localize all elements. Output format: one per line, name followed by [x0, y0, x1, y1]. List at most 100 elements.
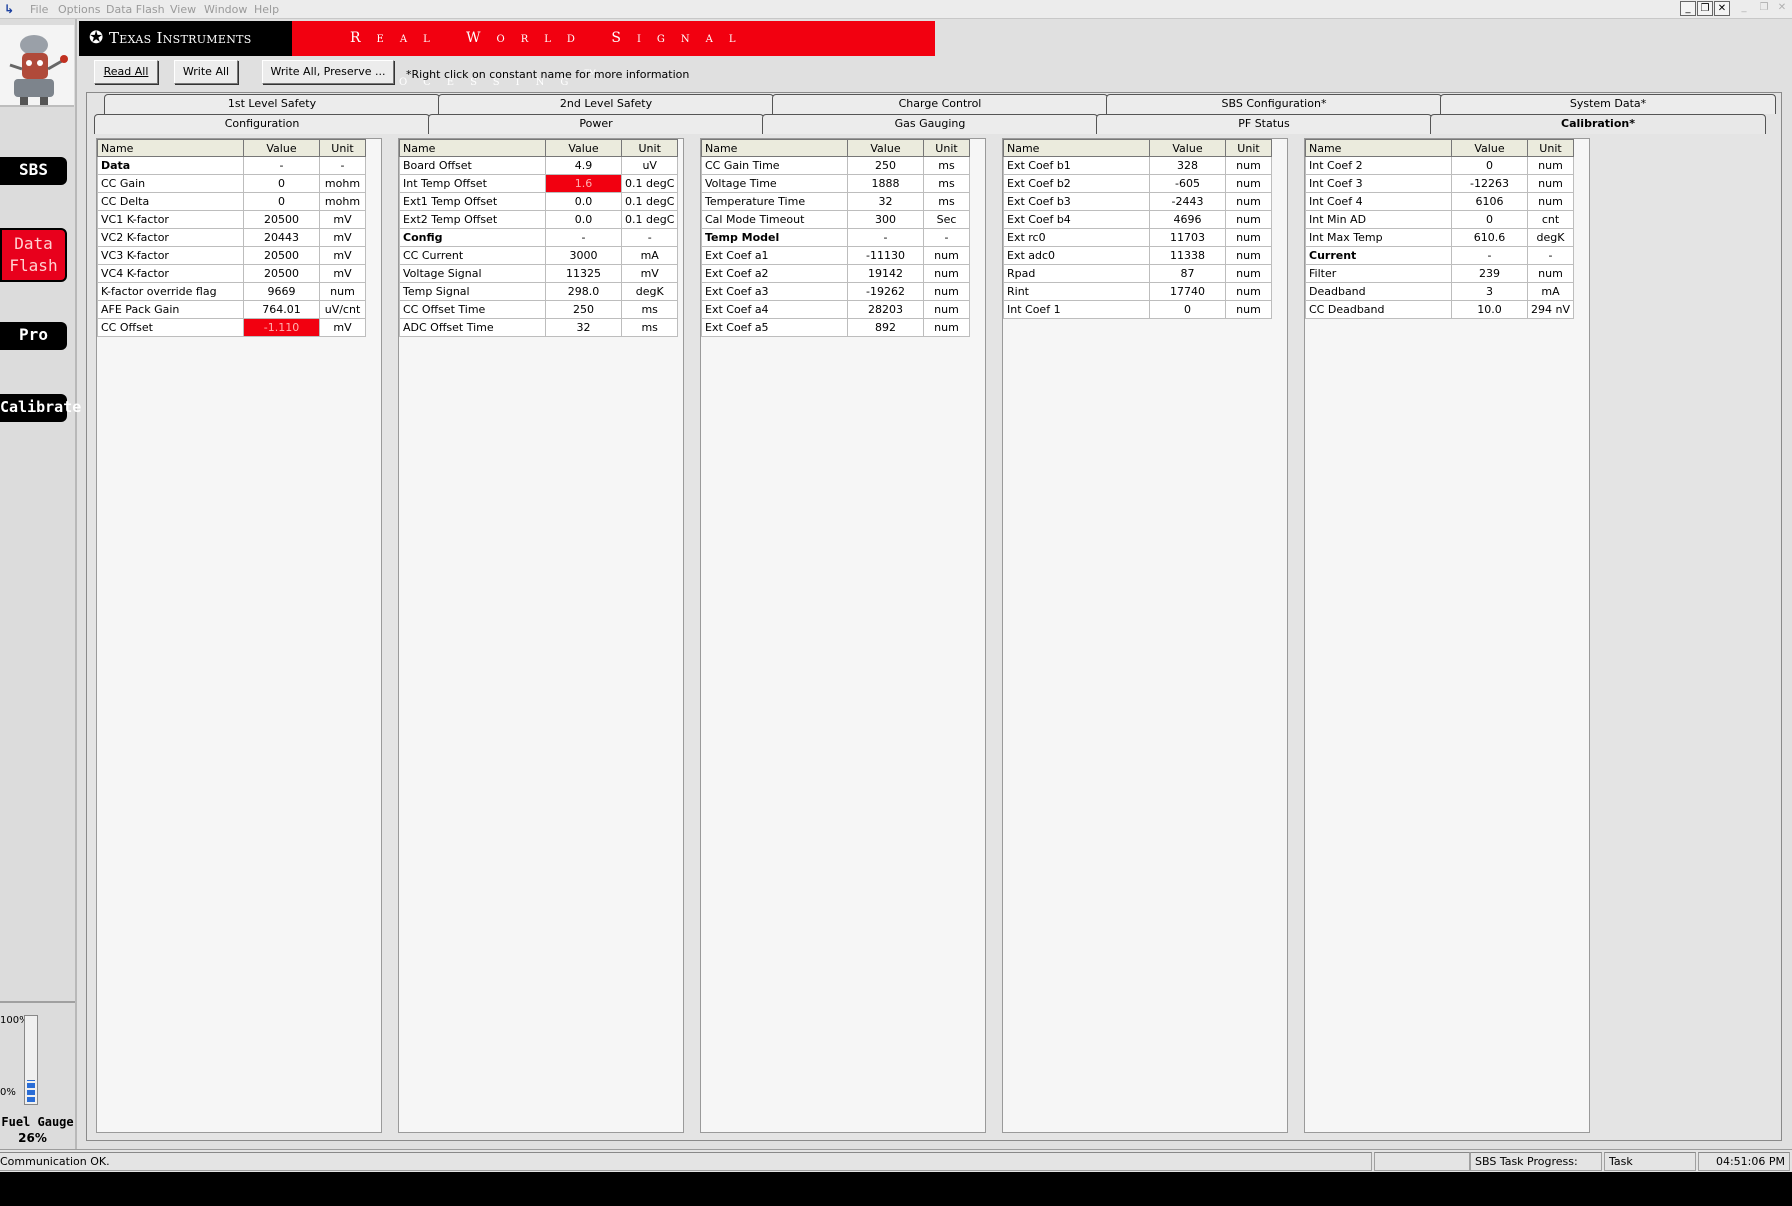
- table-row[interactable]: Board Offset 4.9 uV: [399, 156, 679, 175]
- table-row[interactable]: Voltage Signal 11325 mV: [399, 264, 679, 283]
- tab-configuration[interactable]: Configuration: [94, 114, 430, 134]
- menu-file[interactable]: File: [30, 3, 48, 16]
- tab-pf-status[interactable]: PF Status: [1096, 114, 1432, 134]
- constant-value[interactable]: 32: [847, 192, 924, 211]
- constant-name[interactable]: Ext Coef a4: [701, 300, 848, 319]
- data-flash-button[interactable]: Data Flash: [0, 228, 67, 282]
- constant-value[interactable]: 19142: [847, 264, 924, 283]
- table-row[interactable]: Int Temp Offset 1.6 0.1 degC: [399, 174, 679, 193]
- table-row[interactable]: Filter 239 num: [1305, 264, 1574, 283]
- constant-name[interactable]: Filter: [1305, 264, 1452, 283]
- table-row[interactable]: Voltage Time 1888 ms: [701, 174, 970, 193]
- constant-value[interactable]: 0.0: [545, 192, 622, 211]
- tab-charge-control[interactable]: Charge Control: [772, 94, 1108, 114]
- write-all-preserve-button[interactable]: Write All, Preserve ...: [262, 60, 394, 84]
- restore-icon[interactable]: ❐: [1697, 1, 1713, 16]
- tab-system-data[interactable]: System Data*: [1440, 94, 1776, 114]
- table-row[interactable]: Ext Coef a3 -19262 num: [701, 282, 970, 301]
- constant-value[interactable]: -605: [1149, 174, 1226, 193]
- table-row[interactable]: ADC Offset Time 32 ms: [399, 318, 679, 337]
- table-row[interactable]: Int Coef 1 0 num: [1003, 300, 1272, 319]
- constant-name[interactable]: Current: [1305, 246, 1452, 265]
- constant-name[interactable]: Int Coef 4: [1305, 192, 1452, 211]
- column-header-name[interactable]: Name: [399, 139, 546, 157]
- constant-value[interactable]: 1888: [847, 174, 924, 193]
- constant-name[interactable]: Board Offset: [399, 156, 546, 175]
- table-row[interactable]: K-factor override flag 9669 num: [97, 282, 366, 301]
- constant-name[interactable]: VC2 K-factor: [97, 228, 244, 247]
- constant-value[interactable]: 6106: [1451, 192, 1528, 211]
- table-row[interactable]: Ext Coef b4 4696 num: [1003, 210, 1272, 229]
- constant-value[interactable]: 0.0: [545, 210, 622, 229]
- column-header-unit[interactable]: Unit: [319, 139, 366, 157]
- constant-name[interactable]: Ext Coef a5: [701, 318, 848, 337]
- table-row[interactable]: CC Gain 0 mohm: [97, 174, 366, 193]
- constant-value[interactable]: -12263: [1451, 174, 1528, 193]
- constant-name[interactable]: Int Max Temp: [1305, 228, 1452, 247]
- column-header-value[interactable]: Value: [243, 139, 320, 157]
- table-row[interactable]: Int Coef 4 6106 num: [1305, 192, 1574, 211]
- inner-minimize-icon[interactable]: _: [1736, 1, 1752, 16]
- constant-name[interactable]: K-factor override flag: [97, 282, 244, 301]
- constant-value[interactable]: -: [545, 228, 622, 247]
- constant-name[interactable]: Data: [97, 156, 244, 175]
- constant-name[interactable]: CC Deadband: [1305, 300, 1452, 319]
- constant-name[interactable]: Int Temp Offset: [399, 174, 546, 193]
- constant-value[interactable]: 11703: [1149, 228, 1226, 247]
- calibrate-button[interactable]: Calibrate: [0, 394, 81, 422]
- table-row[interactable]: Int Max Temp 610.6 degK: [1305, 228, 1574, 247]
- table-row[interactable]: Int Min AD 0 cnt: [1305, 210, 1574, 229]
- constant-value[interactable]: -11130: [847, 246, 924, 265]
- table-row[interactable]: Rint 17740 num: [1003, 282, 1272, 301]
- constant-name[interactable]: AFE Pack Gain: [97, 300, 244, 319]
- app-icon[interactable]: ↳: [4, 2, 20, 17]
- table-row[interactable]: Temp Model - -: [701, 228, 970, 247]
- table-row[interactable]: CC Deadband 10.0 294 nV: [1305, 300, 1574, 319]
- constant-value[interactable]: 9669: [243, 282, 320, 301]
- write-all-button[interactable]: Write All: [174, 60, 238, 84]
- menu-view[interactable]: View: [170, 3, 196, 16]
- constant-name[interactable]: CC Offset: [97, 318, 244, 337]
- constant-value[interactable]: 1.6: [545, 174, 622, 193]
- constant-name[interactable]: Ext Coef b2: [1003, 174, 1150, 193]
- constant-name[interactable]: Ext Coef b3: [1003, 192, 1150, 211]
- constant-value[interactable]: -1.110: [243, 318, 320, 337]
- tab-2nd-level-safety[interactable]: 2nd Level Safety: [438, 94, 774, 114]
- constant-value[interactable]: 10.0: [1451, 300, 1528, 319]
- constant-value[interactable]: 20500: [243, 246, 320, 265]
- table-row[interactable]: Int Coef 2 0 num: [1305, 156, 1574, 175]
- constant-name[interactable]: Ext Coef b1: [1003, 156, 1150, 175]
- constant-value[interactable]: 20500: [243, 264, 320, 283]
- table-row[interactable]: VC4 K-factor 20500 mV: [97, 264, 366, 283]
- constant-name[interactable]: Config: [399, 228, 546, 247]
- constant-value[interactable]: 0: [243, 192, 320, 211]
- constant-value[interactable]: -: [847, 228, 924, 247]
- constant-value[interactable]: 32: [545, 318, 622, 337]
- constant-value[interactable]: 764.01: [243, 300, 320, 319]
- sbs-button[interactable]: SBS: [0, 157, 67, 185]
- table-row[interactable]: Deadband 3 mA: [1305, 282, 1574, 301]
- constant-value[interactable]: 250: [847, 156, 924, 175]
- column-header-name[interactable]: Name: [97, 139, 244, 157]
- table-row[interactable]: Ext2 Temp Offset 0.0 0.1 degC: [399, 210, 679, 229]
- constant-value[interactable]: 4696: [1149, 210, 1226, 229]
- constant-value[interactable]: -: [243, 156, 320, 175]
- table-row[interactable]: Temp Signal 298.0 degK: [399, 282, 679, 301]
- column-header-unit[interactable]: Unit: [620, 139, 679, 157]
- table-row[interactable]: Ext Coef b2 -605 num: [1003, 174, 1272, 193]
- column-header-name[interactable]: Name: [701, 139, 848, 157]
- menu-options[interactable]: Options: [58, 3, 100, 16]
- column-header-value[interactable]: Value: [1451, 139, 1528, 157]
- table-row[interactable]: Temperature Time 32 ms: [701, 192, 970, 211]
- read-all-button[interactable]: Read All: [94, 60, 158, 84]
- table-row[interactable]: CC Offset Time 250 ms: [399, 300, 679, 319]
- constant-name[interactable]: Ext rc0: [1003, 228, 1150, 247]
- constant-name[interactable]: Int Coef 2: [1305, 156, 1452, 175]
- table-row[interactable]: VC2 K-factor 20443 mV: [97, 228, 366, 247]
- constant-name[interactable]: Temperature Time: [701, 192, 848, 211]
- constant-value[interactable]: 892: [847, 318, 924, 337]
- table-row[interactable]: Ext Coef b3 -2443 num: [1003, 192, 1272, 211]
- constant-name[interactable]: Ext Coef a1: [701, 246, 848, 265]
- constant-value[interactable]: -2443: [1149, 192, 1226, 211]
- constant-name[interactable]: CC Gain Time: [701, 156, 848, 175]
